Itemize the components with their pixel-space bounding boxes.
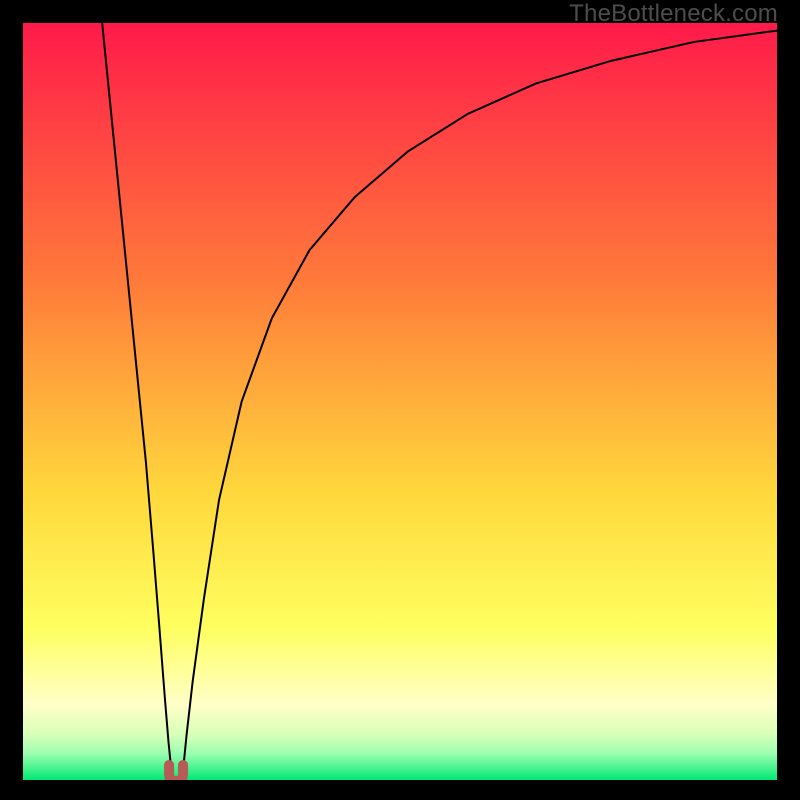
chart-frame: TheBottleneck.com <box>0 0 800 800</box>
watermark-text: TheBottleneck.com <box>569 0 778 28</box>
gradient-background <box>23 23 777 780</box>
chart-plot <box>23 23 777 780</box>
